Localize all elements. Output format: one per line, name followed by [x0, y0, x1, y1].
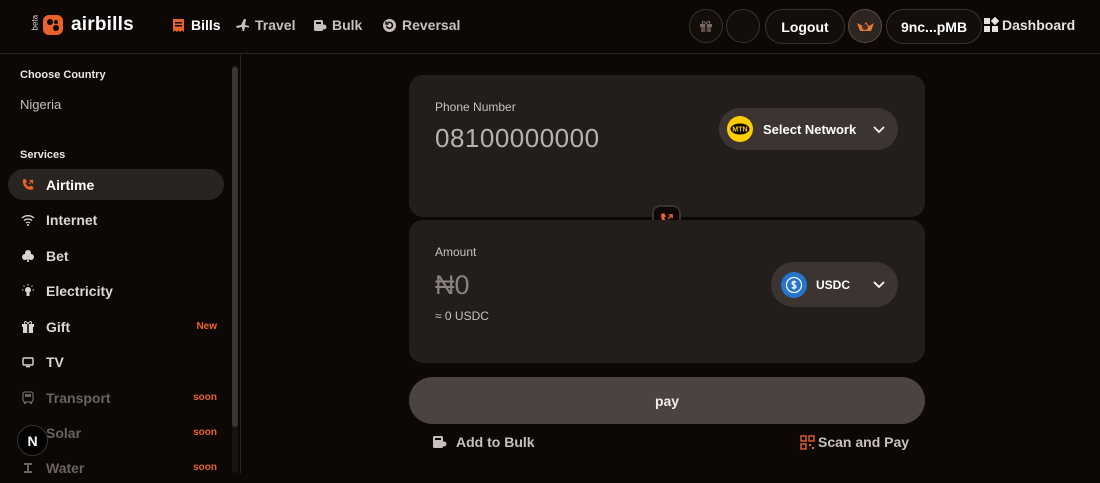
select-network-label: Select Network — [763, 121, 857, 137]
amount-conversion: ≈ 0 USDC — [435, 309, 489, 323]
reversal-icon — [383, 18, 396, 32]
wallet-address-button[interactable]: 9nc...pMB — [886, 9, 982, 44]
sidebar-item-label: TV — [46, 353, 64, 370]
scan-and-pay-button[interactable]: Scan and Pay — [800, 434, 909, 450]
brand-name: airbills — [71, 14, 134, 35]
avatar-image-icon — [857, 22, 874, 31]
phone-input[interactable]: 08100000000 — [435, 123, 600, 154]
services-title: Services — [20, 149, 66, 161]
sidebar-item-tv[interactable]: TV — [8, 346, 224, 377]
nav-bulk-label: Bulk — [332, 17, 363, 33]
plane-icon — [236, 18, 249, 31]
top-bar: beta airbills Bills Travel Bulk Reversal… — [0, 0, 1100, 54]
sidebar-item-transport: Transport soon — [8, 382, 224, 413]
currency-select-button[interactable]: USDC — [771, 262, 898, 307]
logout-button[interactable]: Logout — [765, 9, 845, 44]
mtn-logo-text: MTN — [732, 127, 747, 134]
bulk-icon — [314, 19, 327, 31]
dashboard-icon — [984, 17, 999, 32]
water-icon — [24, 462, 32, 473]
beta-label: beta — [30, 14, 40, 30]
chevron-down-icon — [873, 126, 885, 134]
amount-input[interactable]: ₦0 — [435, 270, 470, 301]
wifi-icon — [21, 214, 35, 226]
pay-button[interactable]: pay — [409, 377, 925, 424]
phone-card: Phone Number 08100000000 MTN Select Netw… — [409, 75, 925, 217]
sidebar: Choose Country Nigeria Services Airtime … — [0, 55, 241, 476]
nav-reversal-label: Reversal — [402, 17, 461, 33]
nav-reversal[interactable]: Reversal — [382, 17, 460, 33]
sidebar-item-label: Airtime — [46, 176, 95, 193]
sidebar-item-electricity[interactable]: Electricity — [8, 275, 224, 306]
sidebar-item-label: Bet — [46, 247, 69, 264]
soon-badge: soon — [193, 462, 217, 473]
brand[interactable]: beta airbills — [30, 14, 134, 36]
sidebar-scrollbar-thumb[interactable] — [232, 67, 238, 427]
nav-travel-label: Travel — [255, 17, 296, 33]
amount-card: Amount ₦0 ≈ 0 USDC USDC — [409, 220, 925, 363]
sidebar-item-gift[interactable]: Gift New — [8, 311, 224, 342]
nav-bulk[interactable]: Bulk — [312, 17, 362, 33]
dashboard-link[interactable]: Dashboard — [983, 17, 1075, 33]
mtn-logo-icon: MTN — [727, 116, 753, 142]
nav-travel[interactable]: Travel — [235, 17, 295, 33]
soon-badge: soon — [193, 392, 217, 403]
bus-icon — [22, 390, 34, 404]
sidebar-item-water: Water soon — [8, 452, 224, 483]
sidebar-item-label: Transport — [46, 389, 111, 406]
nav-bills[interactable]: Bills — [171, 17, 221, 33]
bulk-icon — [433, 435, 447, 448]
airbills-logo-icon — [43, 15, 63, 35]
receipt-icon — [173, 18, 184, 32]
dashboard-label: Dashboard — [1002, 17, 1076, 33]
sidebar-item-label: Gift — [46, 318, 71, 335]
soon-badge: soon — [193, 427, 217, 438]
sidebar-item-label: Electricity — [46, 282, 113, 299]
bulb-icon — [22, 283, 34, 296]
nav-bills-label: Bills — [191, 17, 221, 33]
sidebar-item-label: Solar — [46, 424, 82, 441]
sidebar-item-label: Water — [46, 459, 85, 476]
new-badge: New — [196, 321, 217, 332]
gift-icon — [700, 20, 712, 32]
next-badge[interactable]: N — [17, 425, 48, 456]
qr-scan-icon — [800, 434, 815, 450]
add-to-bulk-button[interactable]: Add to Bulk — [432, 434, 535, 450]
scan-and-pay-label: Scan and Pay — [818, 434, 910, 450]
amount-label: Amount — [435, 245, 477, 259]
empty-round-button[interactable] — [726, 9, 760, 43]
chevron-down-icon — [873, 281, 885, 289]
sidebar-item-airtime[interactable]: Airtime — [8, 169, 224, 200]
country-selector[interactable]: Nigeria — [20, 97, 61, 112]
currency-label: USDC — [816, 277, 851, 292]
select-network-button[interactable]: MTN Select Network — [719, 108, 898, 150]
tv-icon — [22, 356, 34, 367]
gift-icon — [22, 320, 34, 333]
sidebar-item-bet[interactable]: Bet — [8, 240, 224, 271]
phone-label: Phone Number — [435, 100, 516, 114]
gift-button[interactable] — [689, 9, 723, 43]
club-icon — [22, 249, 34, 262]
usdc-icon — [781, 271, 807, 298]
avatar[interactable] — [848, 9, 882, 43]
add-to-bulk-label: Add to Bulk — [456, 434, 535, 450]
sidebar-item-internet[interactable]: Internet — [8, 204, 224, 235]
choose-country-title: Choose Country — [20, 69, 106, 81]
sidebar-item-label: Internet — [46, 211, 98, 228]
phone-icon — [22, 178, 34, 190]
